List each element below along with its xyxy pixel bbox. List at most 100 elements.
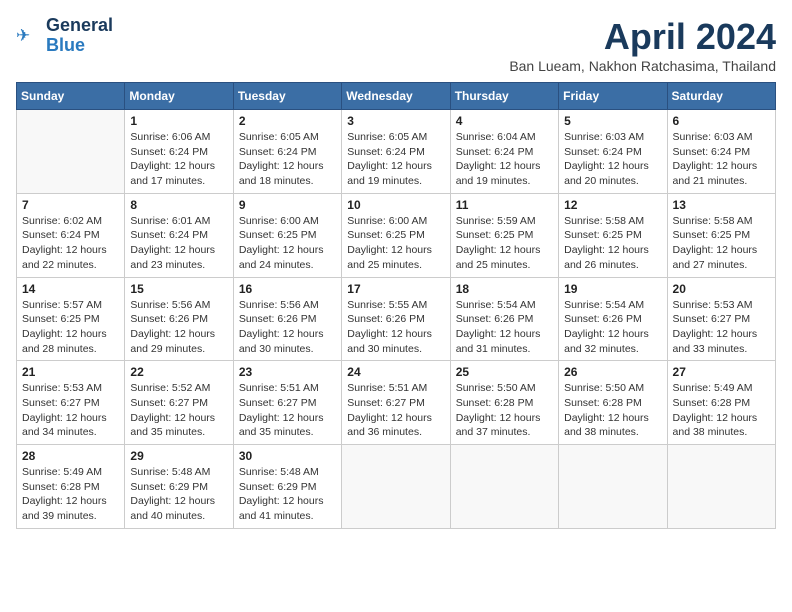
calendar-cell: 14 Sunrise: 5:57 AM Sunset: 6:25 PM Dayli… [17,277,125,361]
day-number: 6 [673,114,770,128]
cell-info: Sunrise: 5:56 AM Sunset: 6:26 PM Dayligh… [239,298,336,357]
logo-text: General Blue [46,16,113,56]
weekday-header-saturday: Saturday [667,83,775,110]
calendar-cell: 13 Sunrise: 5:58 AM Sunset: 6:25 PM Dayli… [667,193,775,277]
calendar-cell: 21 Sunrise: 5:53 AM Sunset: 6:27 PM Dayli… [17,361,125,445]
calendar-cell: 9Sunrise: 6:00 AM Sunset: 6:25 PM Daylig… [233,193,341,277]
cell-info: Sunrise: 6:01 AM Sunset: 6:24 PM Dayligh… [130,214,227,273]
cell-info: Sunrise: 5:58 AM Sunset: 6:25 PM Dayligh… [564,214,661,273]
cell-info: Sunrise: 5:53 AM Sunset: 6:27 PM Dayligh… [22,381,119,440]
logo: ✈ General Blue [16,16,113,56]
calendar-cell: 12 Sunrise: 5:58 AM Sunset: 6:25 PM Dayli… [559,193,667,277]
day-number: 12 [564,198,661,212]
location: Ban Lueam, Nakhon Ratchasima, Thailand [509,58,776,74]
day-number: 23 [239,365,336,379]
day-number: 30 [239,449,336,463]
calendar-cell: 22 Sunrise: 5:52 AM Sunset: 6:27 PM Dayli… [125,361,233,445]
day-number: 9 [239,198,336,212]
weekday-header-tuesday: Tuesday [233,83,341,110]
calendar-cell [17,110,125,194]
day-number: 4 [456,114,553,128]
calendar-cell: 8 Sunrise: 6:01 AM Sunset: 6:24 PM Daylig… [125,193,233,277]
calendar-cell: 11 Sunrise: 5:59 AM Sunset: 6:25 PM Dayli… [450,193,558,277]
cell-info: Sunrise: 5:54 AM Sunset: 6:26 PM Dayligh… [564,298,661,357]
day-number: 19 [564,282,661,296]
day-number: 10 [347,198,444,212]
month-title: April 2024 [509,16,776,58]
calendar-cell: 25 Sunrise: 5:50 AM Sunset: 6:28 PM Dayli… [450,361,558,445]
calendar-cell: 16 Sunrise: 5:56 AM Sunset: 6:26 PM Dayli… [233,277,341,361]
calendar-cell [559,445,667,529]
day-number: 18 [456,282,553,296]
day-number: 29 [130,449,227,463]
cell-info: Sunrise: 6:05 AM Sunset: 6:24 PM Dayligh… [239,130,336,189]
logo-general: General [46,16,113,36]
calendar-cell [342,445,450,529]
cell-info: Sunrise: 6:06 AM Sunset: 6:24 PM Dayligh… [130,130,227,189]
cell-info: Sunrise: 6:03 AM Sunset: 6:24 PM Dayligh… [564,130,661,189]
cell-info: Sunrise: 5:48 AM Sunset: 6:29 PM Dayligh… [239,465,336,524]
calendar-cell: 20 Sunrise: 5:53 AM Sunset: 6:27 PM Dayli… [667,277,775,361]
weekday-header-thursday: Thursday [450,83,558,110]
calendar-cell: 28Sunrise: 5:49 AM Sunset: 6:28 PM Dayli… [17,445,125,529]
calendar-cell: 26 Sunrise: 5:50 AM Sunset: 6:28 PM Dayli… [559,361,667,445]
day-number: 20 [673,282,770,296]
day-number: 1 [130,114,227,128]
day-number: 22 [130,365,227,379]
day-number: 26 [564,365,661,379]
cell-info: Sunrise: 5:56 AM Sunset: 6:26 PM Dayligh… [130,298,227,357]
calendar-cell: 18 Sunrise: 5:54 AM Sunset: 6:26 PM Dayli… [450,277,558,361]
calendar-cell: 3 Sunrise: 6:05 AM Sunset: 6:24 PM Daylig… [342,110,450,194]
cell-info: Sunrise: 5:53 AM Sunset: 6:27 PM Dayligh… [673,298,770,357]
title-area: April 2024 Ban Lueam, Nakhon Ratchasima,… [509,16,776,74]
day-number: 13 [673,198,770,212]
day-number: 15 [130,282,227,296]
day-number: 11 [456,198,553,212]
cell-info: Sunrise: 5:49 AM Sunset: 6:28 PM Dayligh… [673,381,770,440]
calendar-week-0: 1 Sunrise: 6:06 AM Sunset: 6:24 PM Daylig… [17,110,776,194]
cell-info: Sunrise: 5:51 AM Sunset: 6:27 PM Dayligh… [347,381,444,440]
day-number: 28 [22,449,119,463]
day-number: 3 [347,114,444,128]
calendar-table: SundayMondayTuesdayWednesdayThursdayFrid… [16,82,776,529]
calendar-cell: 6Sunrise: 6:03 AM Sunset: 6:24 PM Daylig… [667,110,775,194]
cell-info: Sunrise: 5:54 AM Sunset: 6:26 PM Dayligh… [456,298,553,357]
calendar-cell: 27 Sunrise: 5:49 AM Sunset: 6:28 PM Dayli… [667,361,775,445]
svg-text:✈: ✈ [16,26,30,45]
calendar-cell: 10Sunrise: 6:00 AM Sunset: 6:25 PM Dayli… [342,193,450,277]
calendar-cell: 17Sunrise: 5:55 AM Sunset: 6:26 PM Dayli… [342,277,450,361]
day-number: 8 [130,198,227,212]
calendar-cell: 15 Sunrise: 5:56 AM Sunset: 6:26 PM Dayli… [125,277,233,361]
day-number: 21 [22,365,119,379]
weekday-header-monday: Monday [125,83,233,110]
logo-icon: ✈ [16,24,40,48]
calendar-cell: 4 Sunrise: 6:04 AM Sunset: 6:24 PM Daylig… [450,110,558,194]
weekday-header-friday: Friday [559,83,667,110]
cell-info: Sunrise: 5:50 AM Sunset: 6:28 PM Dayligh… [564,381,661,440]
day-number: 27 [673,365,770,379]
day-number: 5 [564,114,661,128]
cell-info: Sunrise: 5:48 AM Sunset: 6:29 PM Dayligh… [130,465,227,524]
calendar-cell: 1 Sunrise: 6:06 AM Sunset: 6:24 PM Daylig… [125,110,233,194]
cell-info: Sunrise: 5:57 AM Sunset: 6:25 PM Dayligh… [22,298,119,357]
calendar-cell [667,445,775,529]
cell-info: Sunrise: 5:51 AM Sunset: 6:27 PM Dayligh… [239,381,336,440]
day-number: 25 [456,365,553,379]
day-number: 2 [239,114,336,128]
cell-info: Sunrise: 6:05 AM Sunset: 6:24 PM Dayligh… [347,130,444,189]
calendar-cell: 24Sunrise: 5:51 AM Sunset: 6:27 PM Dayli… [342,361,450,445]
cell-info: Sunrise: 5:52 AM Sunset: 6:27 PM Dayligh… [130,381,227,440]
calendar-cell: 2 Sunrise: 6:05 AM Sunset: 6:24 PM Daylig… [233,110,341,194]
cell-info: Sunrise: 5:58 AM Sunset: 6:25 PM Dayligh… [673,214,770,273]
calendar-cell: 23 Sunrise: 5:51 AM Sunset: 6:27 PM Dayli… [233,361,341,445]
weekday-header-sunday: Sunday [17,83,125,110]
calendar-cell: 29 Sunrise: 5:48 AM Sunset: 6:29 PM Dayli… [125,445,233,529]
cell-info: Sunrise: 5:50 AM Sunset: 6:28 PM Dayligh… [456,381,553,440]
weekday-header-row: SundayMondayTuesdayWednesdayThursdayFrid… [17,83,776,110]
cell-info: Sunrise: 6:04 AM Sunset: 6:24 PM Dayligh… [456,130,553,189]
day-number: 16 [239,282,336,296]
day-number: 14 [22,282,119,296]
calendar-week-1: 7Sunrise: 6:02 AM Sunset: 6:24 PM Daylig… [17,193,776,277]
cell-info: Sunrise: 6:02 AM Sunset: 6:24 PM Dayligh… [22,214,119,273]
cell-info: Sunrise: 5:59 AM Sunset: 6:25 PM Dayligh… [456,214,553,273]
